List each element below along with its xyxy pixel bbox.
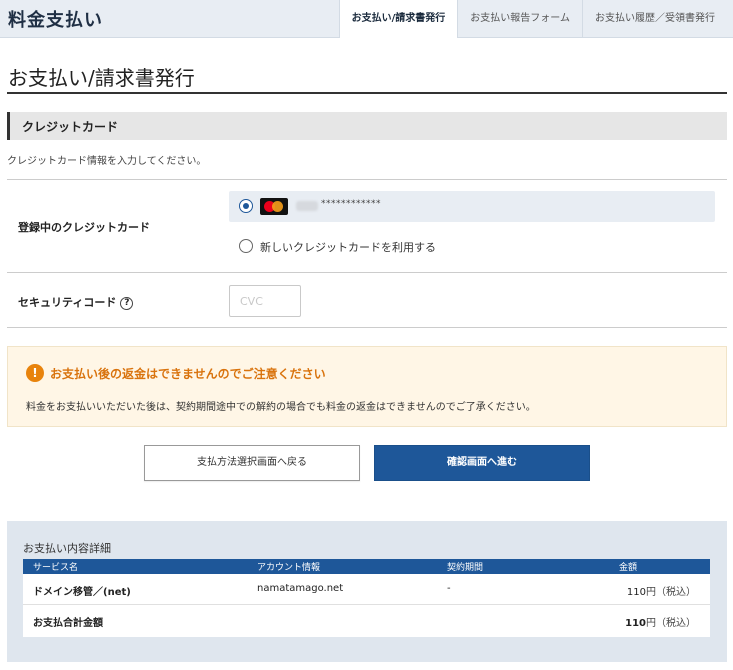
title-divider <box>7 92 727 94</box>
total-row: お支払合計金額 110円（税込） <box>23 605 710 637</box>
section-description: クレジットカード情報を入力してください。 <box>7 156 207 167</box>
masked-card-holder <box>296 201 318 211</box>
column-header-period: 契約期間 <box>447 563 484 573</box>
tab-payment-invoice[interactable]: お支払い/請求書発行 <box>338 0 458 38</box>
column-header-account: アカウント情報 <box>257 563 321 573</box>
column-header-amount: 金額 <box>619 563 638 573</box>
new-card-label[interactable]: 新しいクレジットカードを利用する <box>260 239 436 255</box>
section-heading-credit-card: クレジットカード <box>7 112 727 140</box>
warning-title: お支払い後の返金はできませんのでご注意ください <box>50 367 326 381</box>
mastercard-icon <box>260 198 288 215</box>
refund-warning-box: ! お支払い後の返金はできませんのでご注意ください 料金をお支払いいただいた後は… <box>7 346 727 427</box>
details-table: サービス名 アカウント情報 契約期間 金額 ドメイン移管／(net) namat… <box>23 559 710 637</box>
section-heading-label: クレジットカード <box>22 120 119 134</box>
tab-payment-report-form[interactable]: お支払い報告フォーム <box>457 0 582 38</box>
nav-tabs: お支払い/請求書発行 お支払い報告フォーム お支払い履歴／受領書発行 <box>338 0 727 38</box>
security-code-text: セキュリティコード <box>18 296 117 309</box>
row-amount-value: 110 <box>626 587 646 598</box>
registered-card-label: 登録中のクレジットカード <box>18 221 150 234</box>
registered-card-radio[interactable] <box>239 199 253 213</box>
page-title: お支払い/請求書発行 <box>8 66 195 90</box>
payment-details-panel: お支払い内容詳細 サービス名 アカウント情報 契約期間 金額 ドメイン移管／(n… <box>7 521 727 662</box>
table-header-row: サービス名 アカウント情報 契約期間 金額 <box>23 559 710 574</box>
total-amount-unit: 円（税込） <box>646 618 696 629</box>
help-icon[interactable]: ? <box>120 296 134 310</box>
new-card-radio[interactable] <box>239 239 253 253</box>
total-amount: 110円（税込） <box>625 614 696 629</box>
tab-payment-history[interactable]: お支払い履歴／受領書発行 <box>582 0 727 38</box>
security-code-label: セキュリティコード? <box>18 294 134 310</box>
column-header-service: サービス名 <box>33 563 79 573</box>
warning-text: 料金をお支払いいただいた後は、契約期間途中での解約の場合でも料金の返金はできませ… <box>26 402 536 413</box>
total-label: お支払合計金額 <box>33 618 103 629</box>
divider <box>7 272 727 273</box>
exclamation-icon: ! <box>26 364 44 382</box>
table-row: ドメイン移管／(net) namatamago.net - 110円（税込） <box>23 574 710 605</box>
back-to-method-button[interactable]: 支払方法選択画面へ戻る <box>144 445 360 481</box>
total-amount-value: 110 <box>625 618 646 629</box>
row-amount: 110円（税込） <box>627 583 696 598</box>
divider <box>7 179 727 180</box>
account-info: namatamago.net <box>257 583 344 594</box>
card-number-masked: ************ <box>321 199 381 209</box>
service-name: ドメイン移管／(net) <box>33 587 131 598</box>
security-code-input[interactable] <box>229 285 301 317</box>
app-title: 料金支払い <box>8 10 103 31</box>
row-amount-unit: 円（税込） <box>646 587 696 598</box>
top-header: 料金支払い お支払い/請求書発行 お支払い報告フォーム お支払い履歴／受領書発行 <box>0 0 733 38</box>
divider <box>7 327 727 328</box>
details-title: お支払い内容詳細 <box>23 542 111 555</box>
contract-period: - <box>447 583 451 594</box>
proceed-to-confirm-button[interactable]: 確認画面へ進む <box>374 445 590 481</box>
